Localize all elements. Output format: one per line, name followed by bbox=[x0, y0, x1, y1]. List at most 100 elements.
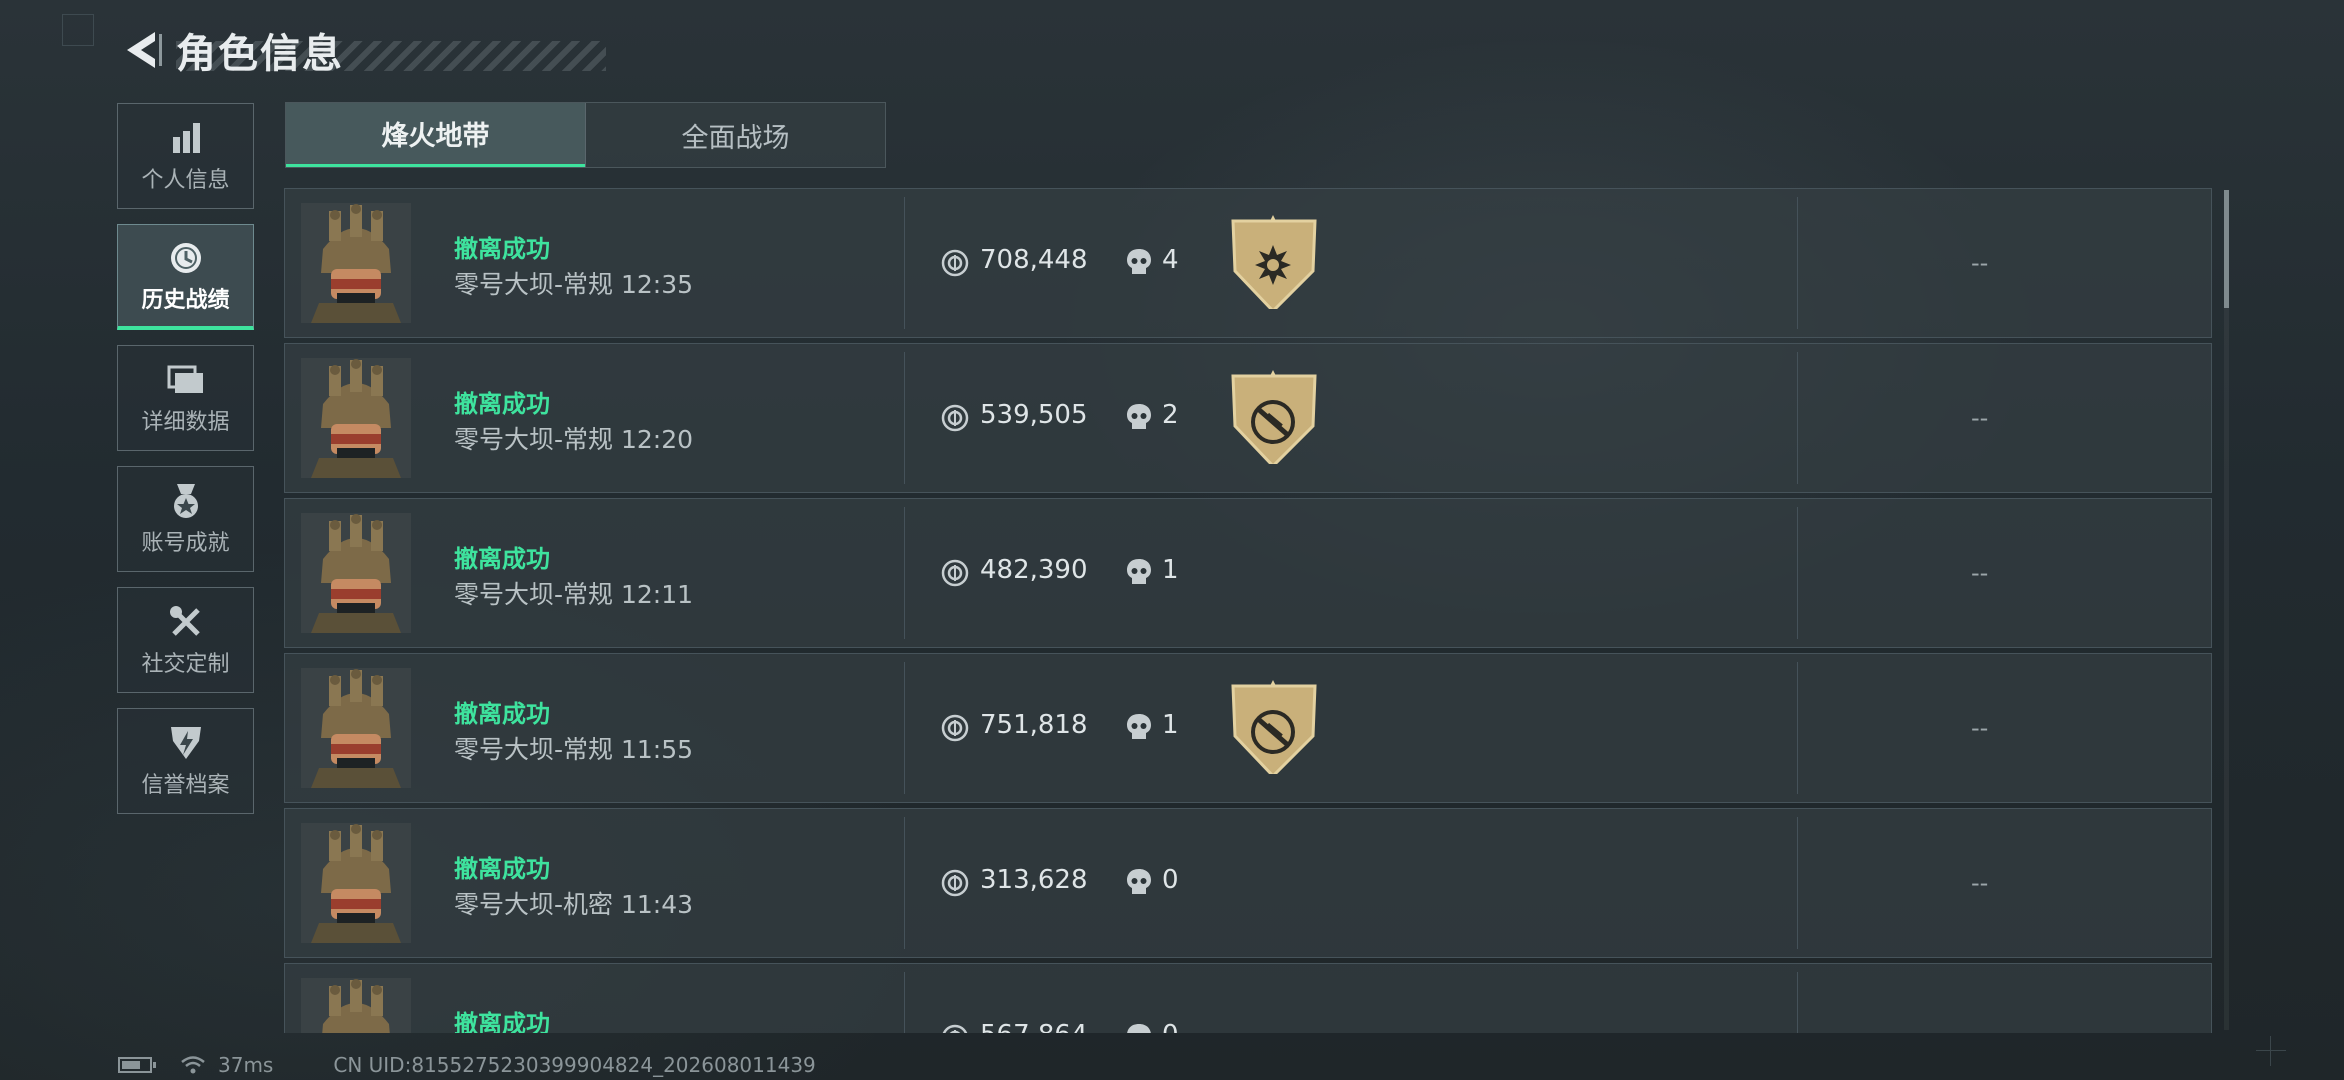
column-divider bbox=[1797, 662, 1798, 794]
match-row[interactable]: 撤离成功 零号大坝-机密 11:43 313,628 0 -- bbox=[284, 808, 2212, 958]
battery-icon bbox=[118, 1057, 156, 1073]
sidebar-item-detailed-data[interactable]: 详细数据 bbox=[117, 345, 254, 451]
coin-icon bbox=[941, 404, 969, 436]
extra-value: -- bbox=[1971, 714, 1989, 742]
clock-icon bbox=[168, 238, 204, 278]
coin-icon bbox=[941, 559, 969, 591]
map-and-time: 零号大坝-常规 12:20 bbox=[454, 425, 694, 454]
column-divider bbox=[904, 352, 905, 484]
sidebar-item-achievements[interactable]: 账号成就 bbox=[117, 466, 254, 572]
page-title: 角色信息 bbox=[176, 31, 344, 77]
sidebar-item-label: 详细数据 bbox=[141, 410, 230, 435]
coin-icon bbox=[941, 714, 969, 746]
extract-value: 482,390 bbox=[980, 555, 1088, 585]
column-divider bbox=[904, 817, 905, 949]
sidebar-item-label: 信誉档案 bbox=[141, 773, 230, 798]
match-row[interactable]: 撤离成功 零号大坝-常规 12:20 539,505 2 -- bbox=[284, 343, 2212, 493]
extract-value: 708,448 bbox=[980, 245, 1088, 275]
coin-icon bbox=[941, 249, 969, 281]
coin-icon bbox=[941, 1024, 969, 1033]
rifle-badge-icon bbox=[1229, 680, 1319, 779]
folder-icon bbox=[167, 360, 205, 400]
column-divider bbox=[904, 197, 905, 329]
medal-icon bbox=[169, 481, 203, 521]
operator-avatar bbox=[301, 668, 411, 788]
skull-icon bbox=[1125, 402, 1153, 436]
skull-icon bbox=[1125, 247, 1153, 281]
skull-icon bbox=[1125, 1022, 1153, 1033]
kill-count: 2 bbox=[1162, 400, 1179, 430]
match-row[interactable]: 撤离成功零号大坝-常规 12:35 708,448 4 -- bbox=[284, 188, 2212, 338]
skull-icon bbox=[1125, 557, 1153, 591]
scrollbar[interactable] bbox=[2224, 190, 2229, 1030]
tools-icon bbox=[168, 602, 204, 642]
credit-shield-icon bbox=[169, 723, 203, 763]
column-divider bbox=[1797, 817, 1798, 949]
extra-value: -- bbox=[1971, 559, 1989, 587]
operator-avatar bbox=[301, 358, 411, 478]
column-divider bbox=[1797, 197, 1798, 329]
sidebar-item-credit[interactable]: 信誉档案 bbox=[117, 708, 254, 814]
match-row[interactable]: 撤离成功零号大坝-常规 11:55 751,818 1 -- bbox=[284, 653, 2212, 803]
column-divider bbox=[904, 662, 905, 794]
map-and-time: 零号大坝-常规 11:55 bbox=[454, 735, 694, 764]
extra-value: -- bbox=[1971, 249, 1989, 277]
kill-count: 0 bbox=[1162, 865, 1179, 895]
column-divider bbox=[1797, 352, 1798, 484]
extraction-status: 撤离成功 bbox=[454, 235, 550, 263]
uid-text: CN UID:8155275230399904824_202608011439 bbox=[333, 1053, 816, 1077]
kill-count: 4 bbox=[1162, 245, 1179, 275]
tab-warzone[interactable]: 烽火地带 bbox=[286, 103, 585, 167]
sidebar-item-label: 社交定制 bbox=[141, 652, 230, 677]
wifi-icon bbox=[181, 1056, 205, 1074]
column-divider bbox=[1797, 972, 1798, 1033]
extract-value: 313,628 bbox=[980, 865, 1088, 895]
sun-badge-icon bbox=[1229, 215, 1319, 314]
extract-value: 567,864 bbox=[980, 1020, 1088, 1033]
scroll-thumb[interactable] bbox=[2224, 190, 2229, 308]
back-arrow-icon bbox=[127, 32, 162, 68]
header: 角色信息 bbox=[118, 20, 606, 80]
map-and-time: 零号大坝-常规 12:35 bbox=[454, 270, 694, 299]
operator-avatar bbox=[301, 513, 411, 633]
battery-level bbox=[122, 1061, 141, 1069]
extract-value: 751,818 bbox=[980, 710, 1088, 740]
match-row[interactable]: 撤离成功 零号大坝-常规 12:11 482,390 1 -- bbox=[284, 498, 2212, 648]
sidebar-item-label: 账号成就 bbox=[141, 531, 230, 556]
operator-avatar bbox=[301, 978, 411, 1033]
sidebar-item-label: 历史战绩 bbox=[141, 287, 230, 313]
map-and-time: 零号大坝-常规 12:11 bbox=[454, 580, 694, 609]
column-divider bbox=[1797, 507, 1798, 639]
column-divider bbox=[904, 507, 905, 639]
sidebar-item-social[interactable]: 社交定制 bbox=[117, 587, 254, 693]
rifle-badge-icon bbox=[1229, 370, 1319, 469]
extra-value: -- bbox=[1971, 404, 1989, 432]
title-area: 角色信息 bbox=[176, 28, 606, 77]
tab-full-battlefield[interactable]: 全面战场 bbox=[585, 103, 885, 167]
sidebar: 个人信息 历史战绩 详细数据 账号成就 社交定制 信誉档案 bbox=[117, 103, 254, 829]
back-button[interactable] bbox=[118, 25, 168, 75]
sidebar-item-personal-info[interactable]: 个人信息 bbox=[117, 103, 254, 209]
skull-icon bbox=[1125, 867, 1153, 901]
operator-avatar bbox=[301, 203, 411, 323]
kill-count: 1 bbox=[1162, 555, 1179, 585]
operator-avatar bbox=[301, 823, 411, 943]
extraction-status: 撤离成功 bbox=[454, 1010, 550, 1033]
coin-icon bbox=[941, 869, 969, 901]
mode-tabs: 烽火地带 全面战场 bbox=[285, 102, 886, 168]
extraction-status: 撤离成功 bbox=[454, 700, 550, 728]
match-history-list: 撤离成功 零号大坝-常规 12:35 708,448 4 -- 撤离成功 零号大坝-常规 1… bbox=[284, 188, 2212, 1033]
sidebar-item-label: 个人信息 bbox=[141, 168, 230, 193]
match-row[interactable]: 撤离成功 567,864 0 bbox=[284, 963, 2212, 1033]
sidebar-item-history[interactable]: 历史战绩 bbox=[117, 224, 254, 330]
status-bar: 37ms CN UID:8155275230399904824_20260801… bbox=[118, 1050, 816, 1080]
ping-value: 37ms bbox=[218, 1053, 274, 1077]
extra-value: -- bbox=[1971, 869, 1989, 897]
column-divider bbox=[904, 972, 905, 1033]
extract-value: 539,505 bbox=[980, 400, 1088, 430]
map-and-time: 零号大坝-机密 11:43 bbox=[454, 890, 694, 919]
crosshair-decoration bbox=[2256, 1036, 2286, 1066]
kill-count: 1 bbox=[1162, 710, 1179, 740]
skull-icon bbox=[1125, 712, 1153, 746]
corner-frame bbox=[62, 14, 94, 46]
